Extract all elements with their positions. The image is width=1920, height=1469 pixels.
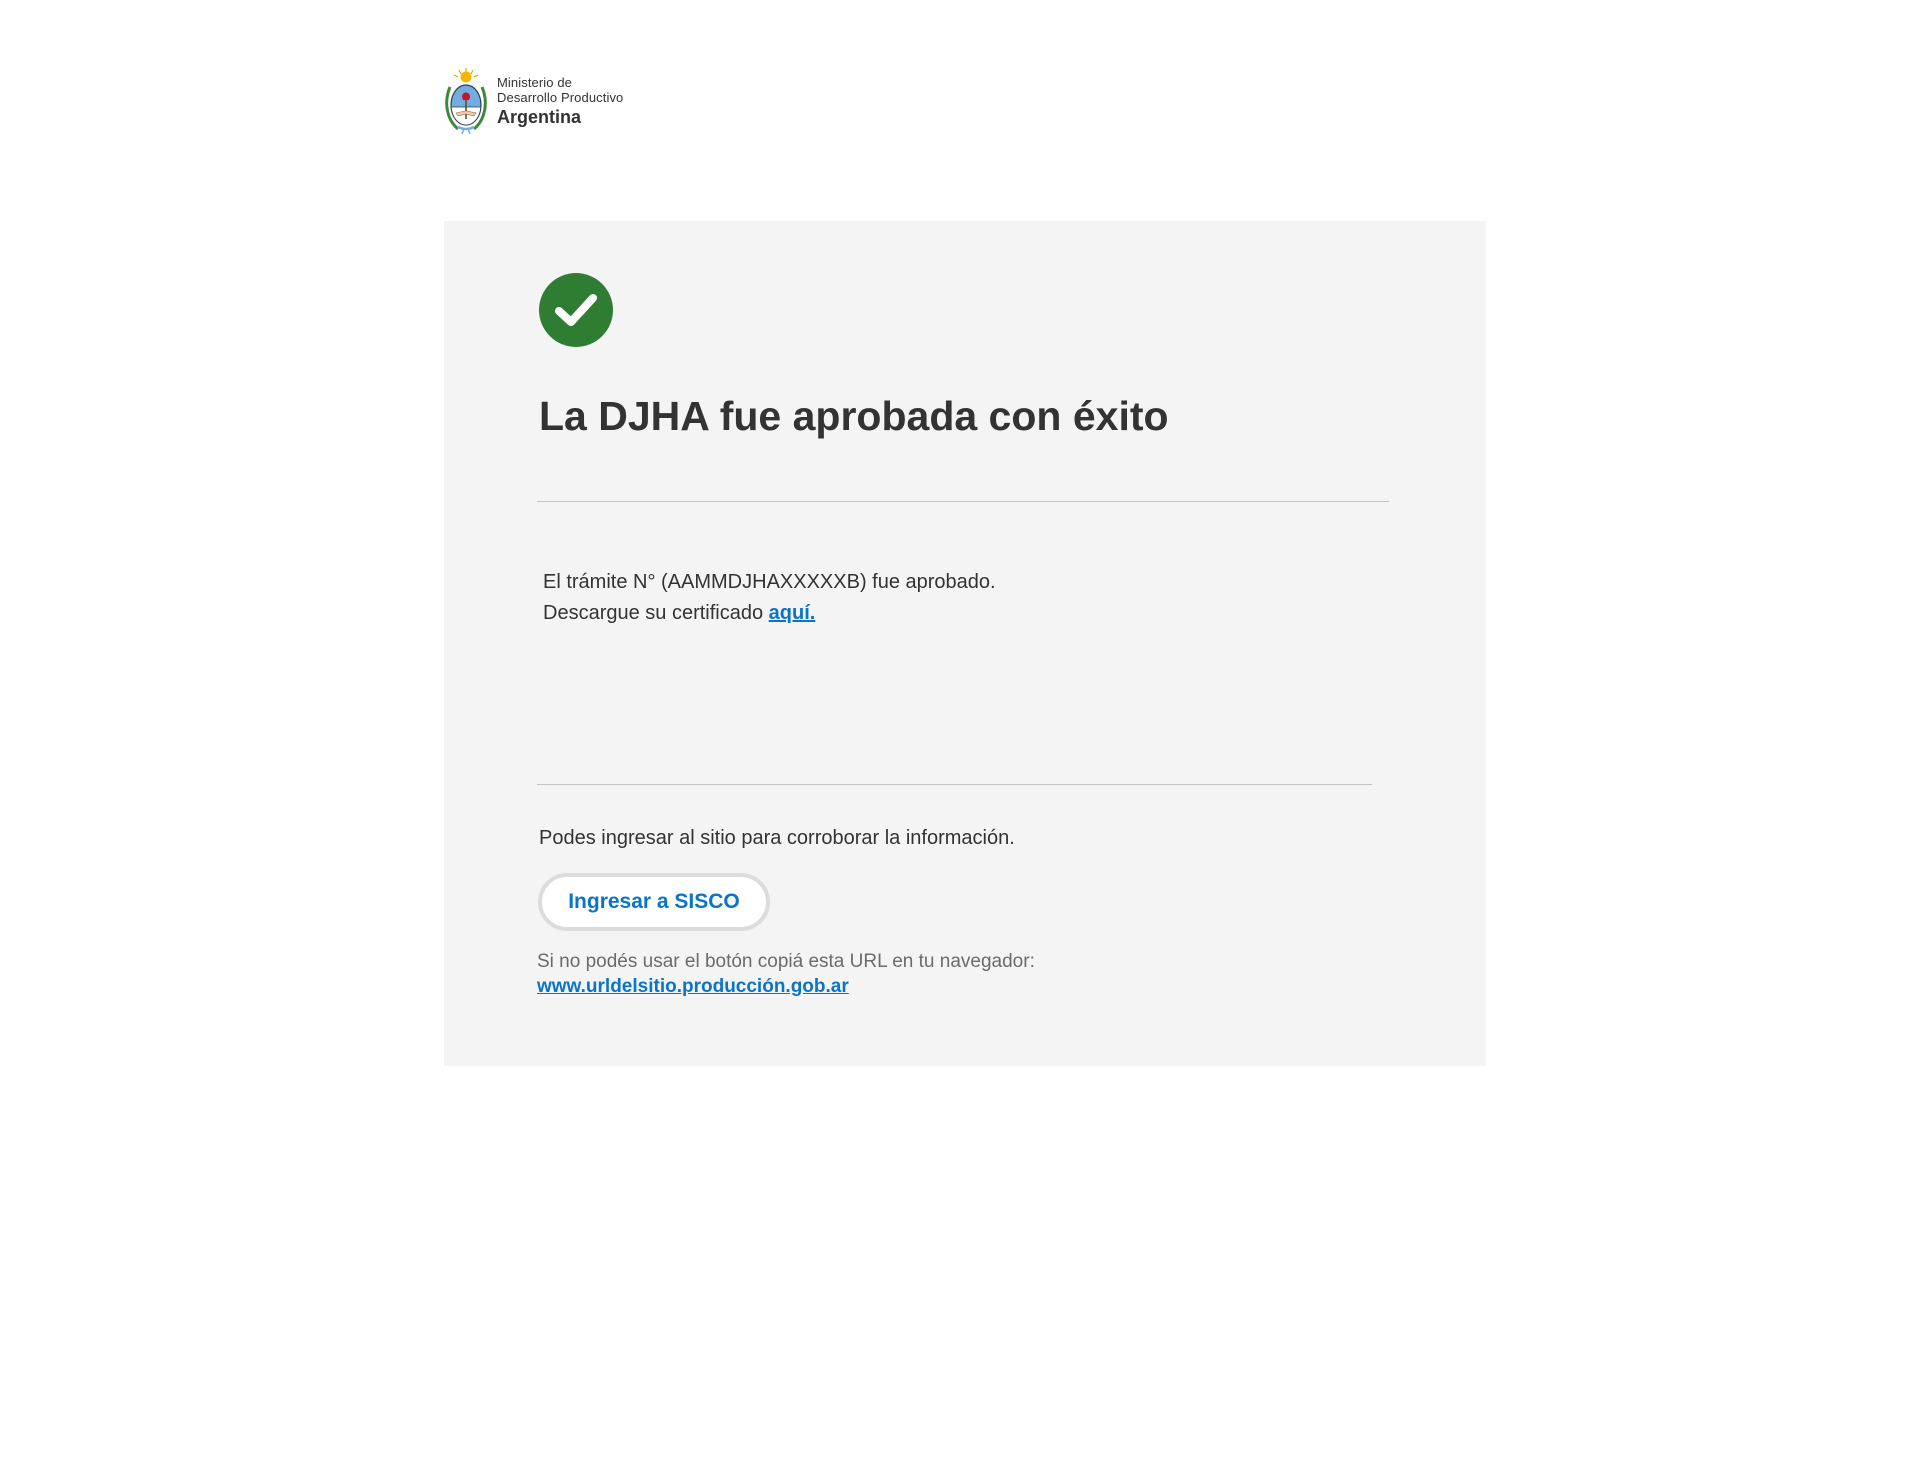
logo-line-department: Desarrollo Productivo [497, 89, 624, 105]
approval-message: El trámite N° (AAMMDJHAXXXXXB) fue aprob… [543, 567, 996, 629]
confirmation-card: La DJHA fue aprobada con éxito El trámit… [444, 221, 1486, 1066]
checkmark-icon [555, 294, 597, 326]
info-text: Podes ingresar al sitio para corroborar … [539, 827, 1015, 849]
logo-line-country: Argentina [497, 106, 582, 127]
enter-sisco-button[interactable]: Ingresar a SISCO [538, 873, 770, 931]
logo-text: Ministerio de Desarrollo Productivo Arge… [497, 75, 623, 128]
ministry-logo: Ministerio de Desarrollo Productivo Arge… [444, 67, 623, 135]
download-message-line: Descargue su certificado aquí. [543, 598, 996, 629]
page: Ministerio de Desarrollo Productivo Arge… [0, 0, 1920, 1469]
fallback-instruction: Si no podés usar el botón copiá esta URL… [537, 951, 1035, 972]
divider [537, 784, 1372, 785]
fallback-url-section: Si no podés usar el botón copiá esta URL… [537, 949, 1035, 999]
page-title: La DJHA fue aprobada con éxito [539, 393, 1169, 439]
check-circle-icon [539, 273, 613, 347]
logo-line-ministry: Ministerio de [497, 74, 572, 90]
fallback-url-link[interactable]: www.urldelsitio.producción.gob.ar [537, 974, 849, 999]
approval-message-line: El trámite N° (AAMMDJHAXXXXXB) fue aprob… [543, 571, 996, 593]
argentina-coat-of-arms-icon [445, 68, 487, 135]
divider [537, 501, 1389, 502]
download-certificate-link[interactable]: aquí. [769, 602, 816, 624]
download-message-prefix: Descargue su certificado [543, 602, 769, 624]
